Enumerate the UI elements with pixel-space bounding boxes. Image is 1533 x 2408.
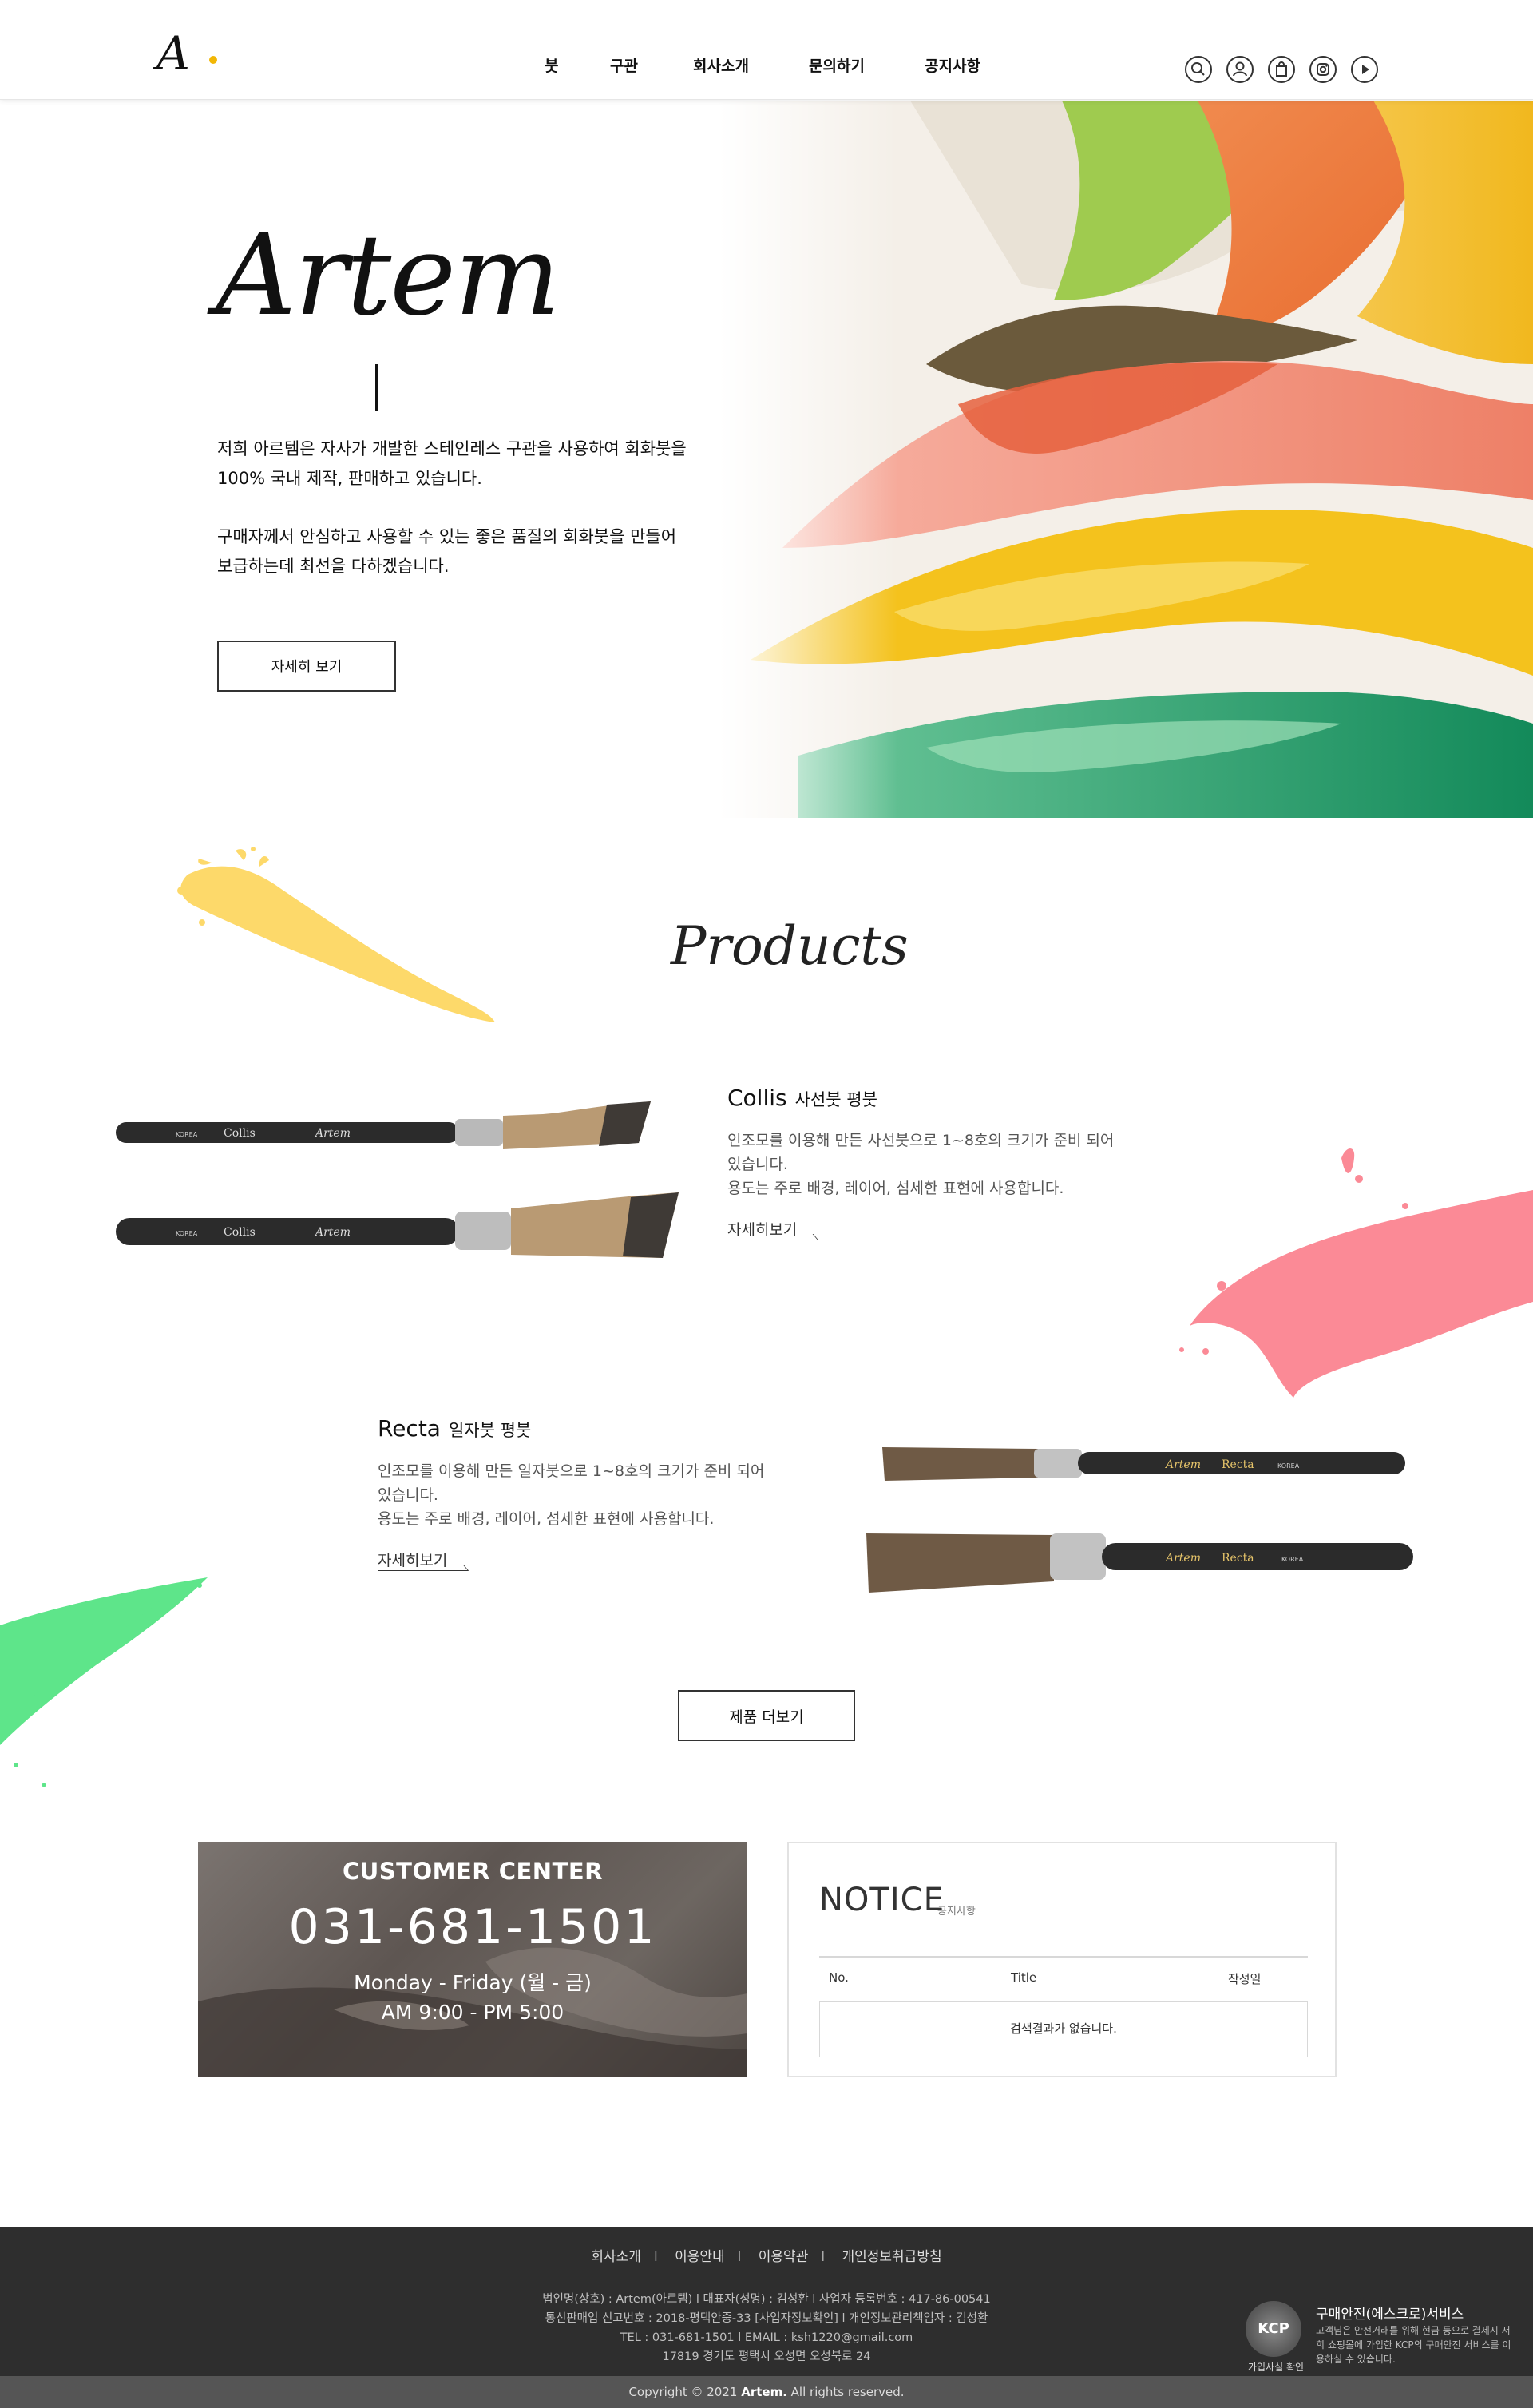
footer-info-line: 법인명(상호) : Artem(아르템) l 대표자(성명) : 김성환 l 사… xyxy=(542,2293,991,2306)
site-header: A 붓 구관 회사소개 문의하기 공지사항 xyxy=(0,0,1533,100)
footer-info-line: TEL : 031-681-1501 l EMAIL : ksh1220@gma… xyxy=(620,2331,913,2344)
product-detail-link[interactable]: 자세히보기 xyxy=(378,1549,469,1571)
product-desc-line: 있습니다. xyxy=(727,1156,788,1173)
hero-text-line: 보급하는데 최선을 다하겠습니다. xyxy=(217,557,450,576)
column-title: Title xyxy=(1011,1970,1037,1985)
collis-brush-country: KOREA xyxy=(176,1230,198,1237)
copyright-prefix: Copyright © 2021 xyxy=(628,2385,742,2399)
kcp-badge-icon: KCP xyxy=(1246,2301,1301,2357)
green-paint-splash xyxy=(0,1577,208,1787)
product-recta: Recta 일자붓 평붓 인조모를 이용해 만든 일자붓으로 1~8호의 크기가 … xyxy=(378,1415,825,1571)
footer-links: 회사소개 l 이용안내 l 이용약관 l 개인정보취급방침 xyxy=(591,2249,942,2265)
nav-brush[interactable]: 붓 xyxy=(545,54,558,76)
product-desc-line: 인조모를 이용해 만든 일자붓으로 1~8호의 크기가 준비 되어 xyxy=(378,1462,765,1480)
nav-notice[interactable]: 공지사항 xyxy=(925,54,980,76)
collis-brush-image: Collis Artem KOREA Collis Artem KOREA xyxy=(116,1101,679,1258)
kcp-description: 고객님은 안전거래를 위해 현금 등으로 결제시 저희 쇼핑몰에 가입한 KCP… xyxy=(1316,2325,1511,2365)
recta-brush-label: Recta xyxy=(1222,1552,1254,1565)
customer-center-title: CUSTOMER CENTER xyxy=(342,1858,604,1885)
site-footer: 회사소개 l 이용안내 l 이용약관 l 개인정보취급방침 법인명(상호) : Art… xyxy=(0,2227,1533,2408)
notice-empty-row: 검색결과가 없습니다. xyxy=(819,2001,1308,2057)
recta-brush-brand: Artem xyxy=(1164,1552,1201,1565)
hero-text-line: 구매자께서 안심하고 사용할 수 있는 좋은 품질의 회화붓을 만들어 xyxy=(217,527,677,546)
kcp-label: 가입사실 확인 xyxy=(1247,2362,1305,2373)
instagram-icon[interactable] xyxy=(1309,56,1337,83)
notice-title: NOTICE xyxy=(819,1882,945,1918)
notice-table-header: No. Title 작성일 xyxy=(819,1958,1308,2001)
footer-link-guide[interactable]: 이용안내 xyxy=(675,2249,725,2265)
cart-icon[interactable] xyxy=(1268,56,1295,83)
product-type: 사선붓 평붓 xyxy=(794,1090,877,1109)
recta-brush-image: Artem Recta KOREA Artem Recta KOREA xyxy=(866,1447,1413,1593)
search-icon[interactable] xyxy=(1185,56,1212,83)
yellow-paint-splash xyxy=(177,847,496,1022)
footer-info-line: 통신판매업 신고번호 : 2018-평택안중-33 [사업자정보확인] l 개인… xyxy=(545,2312,988,2325)
product-desc-line: 용도는 주로 배경, 레이어, 섬세한 표현에 사용합니다. xyxy=(727,1180,1064,1197)
product-description: 인조모를 이용해 만든 일자붓으로 1~8호의 크기가 준비 되어 있습니다. … xyxy=(378,1459,825,1531)
kcp-title: 구매안전(에스크로)서비스 xyxy=(1316,2307,1464,2323)
product-name: Recta xyxy=(378,1415,441,1442)
copyright-bar: Copyright © 2021 Artem. All rights reser… xyxy=(0,2376,1533,2408)
notice-table: No. Title 작성일 검색결과가 없습니다. xyxy=(819,1956,1308,2057)
hero-paint-image xyxy=(719,101,1533,818)
recta-brush-country: KOREA xyxy=(1278,1462,1300,1470)
collis-brush-brand: Artem xyxy=(314,1226,351,1239)
user-icon[interactable] xyxy=(1226,56,1254,83)
product-type: 일자붓 평붓 xyxy=(448,1421,532,1440)
play-icon[interactable] xyxy=(1351,56,1378,83)
customer-center-banner: CUSTOMER CENTER 031-681-1501 Monday - Fr… xyxy=(198,1842,747,2077)
footer-link-privacy[interactable]: 개인정보취급방침 xyxy=(842,2249,941,2265)
nav-company[interactable]: 회사소개 xyxy=(693,54,749,76)
notice-subtitle: 공지사항 xyxy=(937,1906,976,1918)
business-hours: AM 9:00 - PM 5:00 xyxy=(381,2001,564,2024)
products-title: Products xyxy=(671,915,909,977)
column-date: 작성일 xyxy=(1228,1972,1262,1986)
hero-section: Artem 저희 아르템은 자사가 개발한 스테인레스 구관을 사용하여 회화붓… xyxy=(0,101,1533,818)
logo-letter: A xyxy=(156,26,190,81)
collis-brush-label: Collis xyxy=(224,1226,256,1239)
footer-info-line: 17819 경기도 평택시 오성면 오성북로 24 xyxy=(662,2350,871,2363)
customer-center-hours: Monday - Friday (월 - 금) AM 9:00 - PM 5:0… xyxy=(198,1968,747,2027)
pink-paint-splash xyxy=(1179,1148,1533,1398)
copyright-brand: Artem. xyxy=(741,2385,787,2399)
footer-company-info: 법인명(상호) : Artem(아르템) l 대표자(성명) : 김성환 l 사… xyxy=(0,2290,1533,2366)
product-detail-link[interactable]: 자세히보기 xyxy=(727,1218,818,1240)
notice-board: NOTICE 공지사항 No. Title 작성일 검색결과가 없습니다. xyxy=(787,1842,1337,2077)
logo[interactable]: A xyxy=(156,30,190,77)
collis-brush-brand: Artem xyxy=(314,1127,351,1140)
footer-link-terms[interactable]: 이용약관 xyxy=(759,2249,809,2265)
product-name: Collis xyxy=(727,1085,787,1111)
customer-center-phone: 031-681-1501 xyxy=(288,1899,657,1955)
product-desc-line: 용도는 주로 배경, 레이어, 섬세한 표현에 사용합니다. xyxy=(378,1510,715,1528)
hero-text-line: 100% 국내 제작, 판매하고 있습니다. xyxy=(217,469,482,488)
footer-link-company[interactable]: 회사소개 xyxy=(591,2249,641,2265)
logo-accent-dot xyxy=(209,56,217,64)
product-collis: Collis 사선붓 평붓 인조모를 이용해 만든 사선붓으로 1~8호의 크기가… xyxy=(727,1085,1175,1240)
hero-text-line: 저희 아르템은 자사가 개발한 스테인레스 구관을 사용하여 회화붓을 xyxy=(217,439,687,458)
recta-brush-country: KOREA xyxy=(1281,1556,1304,1563)
hero-description: 저희 아르템은 자사가 개발한 스테인레스 구관을 사용하여 회화붓을 100%… xyxy=(217,434,792,581)
business-days: Monday - Friday (월 - 금) xyxy=(354,1971,592,1994)
collis-brush-label: Collis xyxy=(224,1127,256,1140)
collis-brush-country: KOREA xyxy=(176,1131,198,1138)
hero-title: Artem xyxy=(216,211,561,341)
product-desc-line: 인조모를 이용해 만든 사선붓으로 1~8호의 크기가 준비 되어 xyxy=(727,1132,1115,1149)
more-products-button[interactable]: 제품 더보기 xyxy=(678,1690,855,1741)
hero-detail-button[interactable]: 자세히 보기 xyxy=(217,641,396,692)
product-description: 인조모를 이용해 만든 사선붓으로 1~8호의 크기가 준비 되어 있습니다. … xyxy=(727,1129,1175,1200)
nav-contact[interactable]: 문의하기 xyxy=(809,54,865,76)
recta-brush-brand: Artem xyxy=(1164,1458,1201,1471)
column-no: No. xyxy=(829,1970,849,1985)
recta-brush-label: Recta xyxy=(1222,1458,1254,1471)
copyright-suffix: All rights reserved. xyxy=(786,2385,905,2399)
hero-divider xyxy=(375,364,378,411)
product-desc-line: 있습니다. xyxy=(378,1486,438,1504)
nav-ferrule[interactable]: 구관 xyxy=(610,54,638,76)
